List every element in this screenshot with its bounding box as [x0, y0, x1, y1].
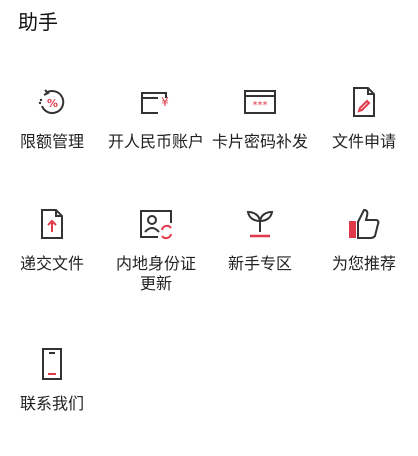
submit-documents-item[interactable]: 递交文件 [0, 206, 104, 316]
rmb-card-icon: ¥ [138, 84, 174, 120]
card-password-reissue-item[interactable]: *** 卡片密码补发 [208, 84, 312, 194]
item-label: 递交文件 [19, 254, 84, 273]
document-edit-icon [346, 84, 382, 120]
item-label: 开人民币账户 [107, 132, 204, 151]
item-label: 联系我们 [19, 394, 84, 413]
svg-text:¥: ¥ [161, 95, 169, 109]
document-application-item[interactable]: 文件申请 [312, 84, 416, 194]
svg-text:***: *** [253, 100, 268, 111]
item-label: 限额管理 [19, 132, 84, 151]
mainland-id-update-item[interactable]: 内地身份证 更新 [104, 206, 208, 316]
item-label: 内地身份证 更新 [115, 254, 196, 293]
open-rmb-account-item[interactable]: ¥ 开人民币账户 [104, 84, 208, 194]
document-upload-icon [34, 206, 70, 242]
item-label: 卡片密码补发 [211, 132, 308, 151]
assistant-grid: % 限额管理 ¥ 开人民币账户 *** 卡片密码补发 文件申请 递交文件 内地身… [0, 0, 418, 440]
newcomer-zone-item[interactable]: 新手专区 [208, 206, 312, 316]
phone-icon [34, 346, 70, 382]
thumbs-up-icon [346, 206, 382, 242]
svg-text:%: % [47, 97, 58, 110]
id-card-refresh-icon [138, 206, 174, 242]
recommended-item[interactable]: 为您推荐 [312, 206, 416, 316]
limit-management-item[interactable]: % 限额管理 [0, 84, 104, 194]
item-label: 为您推荐 [331, 254, 396, 273]
item-label: 新手专区 [227, 254, 292, 273]
limit-gauge-icon: % [34, 84, 70, 120]
item-label: 文件申请 [331, 132, 396, 151]
sprout-icon [242, 206, 278, 242]
card-password-icon: *** [242, 84, 278, 120]
